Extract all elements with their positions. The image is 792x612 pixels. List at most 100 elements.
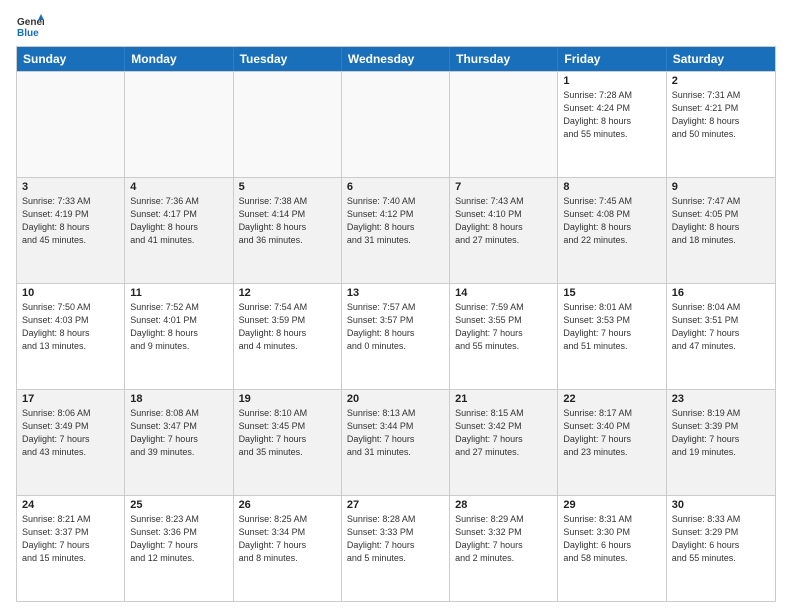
logo-icon: General Blue: [16, 12, 44, 40]
day-info: Sunrise: 7:54 AM Sunset: 3:59 PM Dayligh…: [239, 301, 336, 353]
day-info: Sunrise: 7:50 AM Sunset: 4:03 PM Dayligh…: [22, 301, 119, 353]
day-header-sunday: Sunday: [17, 47, 125, 71]
day-info: Sunrise: 7:45 AM Sunset: 4:08 PM Dayligh…: [563, 195, 660, 247]
calendar-cell-5-4: 27 Sunrise: 8:28 AM Sunset: 3:33 PM Dayli…: [342, 496, 450, 601]
day-number: 29: [563, 499, 660, 511]
header: General Blue: [16, 12, 776, 40]
calendar-cell-3-6: 15 Sunrise: 8:01 AM Sunset: 3:53 PM Dayli…: [558, 284, 666, 389]
day-number: 20: [347, 393, 444, 405]
day-number: 30: [672, 499, 770, 511]
day-info: Sunrise: 8:06 AM Sunset: 3:49 PM Dayligh…: [22, 407, 119, 459]
calendar-cell-4-4: 20 Sunrise: 8:13 AM Sunset: 3:44 PM Dayli…: [342, 390, 450, 495]
calendar-cell-3-2: 11Sunrise: 7:52 AM Sunset: 4:01 PM Dayli…: [125, 284, 233, 389]
day-header-wednesday: Wednesday: [342, 47, 450, 71]
day-number: 18: [130, 393, 227, 405]
day-info: Sunrise: 7:43 AM Sunset: 4:10 PM Dayligh…: [455, 195, 552, 247]
calendar-cell-1-4: [342, 72, 450, 177]
calendar-cell-3-3: 12 Sunrise: 7:54 AM Sunset: 3:59 PM Dayli…: [234, 284, 342, 389]
day-number: 12: [239, 287, 336, 299]
calendar-cell-1-3: [234, 72, 342, 177]
calendar-body: 1Sunrise: 7:28 AM Sunset: 4:24 PM Daylig…: [17, 71, 775, 601]
calendar-cell-1-6: 1Sunrise: 7:28 AM Sunset: 4:24 PM Daylig…: [558, 72, 666, 177]
day-number: 8: [563, 181, 660, 193]
calendar-header: SundayMondayTuesdayWednesdayThursdayFrid…: [17, 47, 775, 71]
day-number: 13: [347, 287, 444, 299]
day-number: 23: [672, 393, 770, 405]
day-number: 2: [672, 75, 770, 87]
calendar-cell-2-2: 4Sunrise: 7:36 AM Sunset: 4:17 PM Daylig…: [125, 178, 233, 283]
day-info: Sunrise: 8:15 AM Sunset: 3:42 PM Dayligh…: [455, 407, 552, 459]
calendar-cell-3-5: 14 Sunrise: 7:59 AM Sunset: 3:55 PM Dayli…: [450, 284, 558, 389]
day-number: 19: [239, 393, 336, 405]
day-number: 14: [455, 287, 552, 299]
day-info: Sunrise: 8:01 AM Sunset: 3:53 PM Dayligh…: [563, 301, 660, 353]
svg-text:Blue: Blue: [17, 28, 39, 39]
calendar-row-5: 24 Sunrise: 8:21 AM Sunset: 3:37 PM Dayli…: [17, 495, 775, 601]
calendar-cell-1-1: [17, 72, 125, 177]
calendar-cell-5-6: 29 Sunrise: 8:31 AM Sunset: 3:30 PM Dayli…: [558, 496, 666, 601]
day-info: Sunrise: 8:25 AM Sunset: 3:34 PM Dayligh…: [239, 513, 336, 565]
day-number: 7: [455, 181, 552, 193]
day-info: Sunrise: 7:57 AM Sunset: 3:57 PM Dayligh…: [347, 301, 444, 353]
day-info: Sunrise: 8:19 AM Sunset: 3:39 PM Dayligh…: [672, 407, 770, 459]
day-number: 11: [130, 287, 227, 299]
calendar-cell-1-5: [450, 72, 558, 177]
calendar-cell-2-5: 7 Sunrise: 7:43 AM Sunset: 4:10 PM Daylig…: [450, 178, 558, 283]
calendar-cell-4-5: 21Sunrise: 8:15 AM Sunset: 3:42 PM Dayli…: [450, 390, 558, 495]
day-header-friday: Friday: [558, 47, 666, 71]
day-number: 28: [455, 499, 552, 511]
day-header-saturday: Saturday: [667, 47, 775, 71]
day-info: Sunrise: 8:13 AM Sunset: 3:44 PM Dayligh…: [347, 407, 444, 459]
day-info: Sunrise: 8:31 AM Sunset: 3:30 PM Dayligh…: [563, 513, 660, 565]
calendar-cell-5-5: 28 Sunrise: 8:29 AM Sunset: 3:32 PM Dayli…: [450, 496, 558, 601]
calendar-row-3: 10 Sunrise: 7:50 AM Sunset: 4:03 PM Dayli…: [17, 283, 775, 389]
day-info: Sunrise: 8:08 AM Sunset: 3:47 PM Dayligh…: [130, 407, 227, 459]
calendar-row-2: 3 Sunrise: 7:33 AM Sunset: 4:19 PM Daylig…: [17, 177, 775, 283]
calendar-cell-5-3: 26 Sunrise: 8:25 AM Sunset: 3:34 PM Dayli…: [234, 496, 342, 601]
calendar-cell-2-3: 5 Sunrise: 7:38 AM Sunset: 4:14 PM Daylig…: [234, 178, 342, 283]
day-number: 15: [563, 287, 660, 299]
day-info: Sunrise: 8:04 AM Sunset: 3:51 PM Dayligh…: [672, 301, 770, 353]
day-number: 16: [672, 287, 770, 299]
day-info: Sunrise: 7:59 AM Sunset: 3:55 PM Dayligh…: [455, 301, 552, 353]
day-info: Sunrise: 8:23 AM Sunset: 3:36 PM Dayligh…: [130, 513, 227, 565]
calendar-cell-3-7: 16 Sunrise: 8:04 AM Sunset: 3:51 PM Dayli…: [667, 284, 775, 389]
day-number: 27: [347, 499, 444, 511]
calendar-cell-1-7: 2 Sunrise: 7:31 AM Sunset: 4:21 PM Daylig…: [667, 72, 775, 177]
day-number: 24: [22, 499, 119, 511]
logo: General Blue: [16, 12, 44, 40]
day-info: Sunrise: 7:31 AM Sunset: 4:21 PM Dayligh…: [672, 89, 770, 141]
day-info: Sunrise: 8:29 AM Sunset: 3:32 PM Dayligh…: [455, 513, 552, 565]
day-info: Sunrise: 7:40 AM Sunset: 4:12 PM Dayligh…: [347, 195, 444, 247]
calendar-cell-4-2: 18 Sunrise: 8:08 AM Sunset: 3:47 PM Dayli…: [125, 390, 233, 495]
day-number: 10: [22, 287, 119, 299]
calendar-cell-2-4: 6 Sunrise: 7:40 AM Sunset: 4:12 PM Daylig…: [342, 178, 450, 283]
calendar-cell-4-6: 22 Sunrise: 8:17 AM Sunset: 3:40 PM Dayli…: [558, 390, 666, 495]
day-header-thursday: Thursday: [450, 47, 558, 71]
calendar-cell-4-3: 19 Sunrise: 8:10 AM Sunset: 3:45 PM Dayli…: [234, 390, 342, 495]
calendar-cell-5-7: 30 Sunrise: 8:33 AM Sunset: 3:29 PM Dayli…: [667, 496, 775, 601]
day-info: Sunrise: 8:33 AM Sunset: 3:29 PM Dayligh…: [672, 513, 770, 565]
day-number: 26: [239, 499, 336, 511]
calendar-cell-4-7: 23 Sunrise: 8:19 AM Sunset: 3:39 PM Dayli…: [667, 390, 775, 495]
day-info: Sunrise: 8:10 AM Sunset: 3:45 PM Dayligh…: [239, 407, 336, 459]
day-number: 9: [672, 181, 770, 193]
day-info: Sunrise: 8:28 AM Sunset: 3:33 PM Dayligh…: [347, 513, 444, 565]
day-number: 1: [563, 75, 660, 87]
calendar-cell-2-6: 8 Sunrise: 7:45 AM Sunset: 4:08 PM Daylig…: [558, 178, 666, 283]
day-number: 22: [563, 393, 660, 405]
day-number: 6: [347, 181, 444, 193]
day-info: Sunrise: 8:21 AM Sunset: 3:37 PM Dayligh…: [22, 513, 119, 565]
day-info: Sunrise: 7:36 AM Sunset: 4:17 PM Dayligh…: [130, 195, 227, 247]
day-number: 5: [239, 181, 336, 193]
day-info: Sunrise: 7:38 AM Sunset: 4:14 PM Dayligh…: [239, 195, 336, 247]
calendar-cell-5-1: 24 Sunrise: 8:21 AM Sunset: 3:37 PM Dayli…: [17, 496, 125, 601]
day-info: Sunrise: 8:17 AM Sunset: 3:40 PM Dayligh…: [563, 407, 660, 459]
calendar: SundayMondayTuesdayWednesdayThursdayFrid…: [16, 46, 776, 602]
day-number: 3: [22, 181, 119, 193]
page: General Blue SundayMondayTuesdayWednesda…: [0, 0, 792, 612]
day-info: Sunrise: 7:33 AM Sunset: 4:19 PM Dayligh…: [22, 195, 119, 247]
calendar-cell-1-2: [125, 72, 233, 177]
calendar-cell-3-4: 13 Sunrise: 7:57 AM Sunset: 3:57 PM Dayli…: [342, 284, 450, 389]
calendar-cell-2-7: 9Sunrise: 7:47 AM Sunset: 4:05 PM Daylig…: [667, 178, 775, 283]
